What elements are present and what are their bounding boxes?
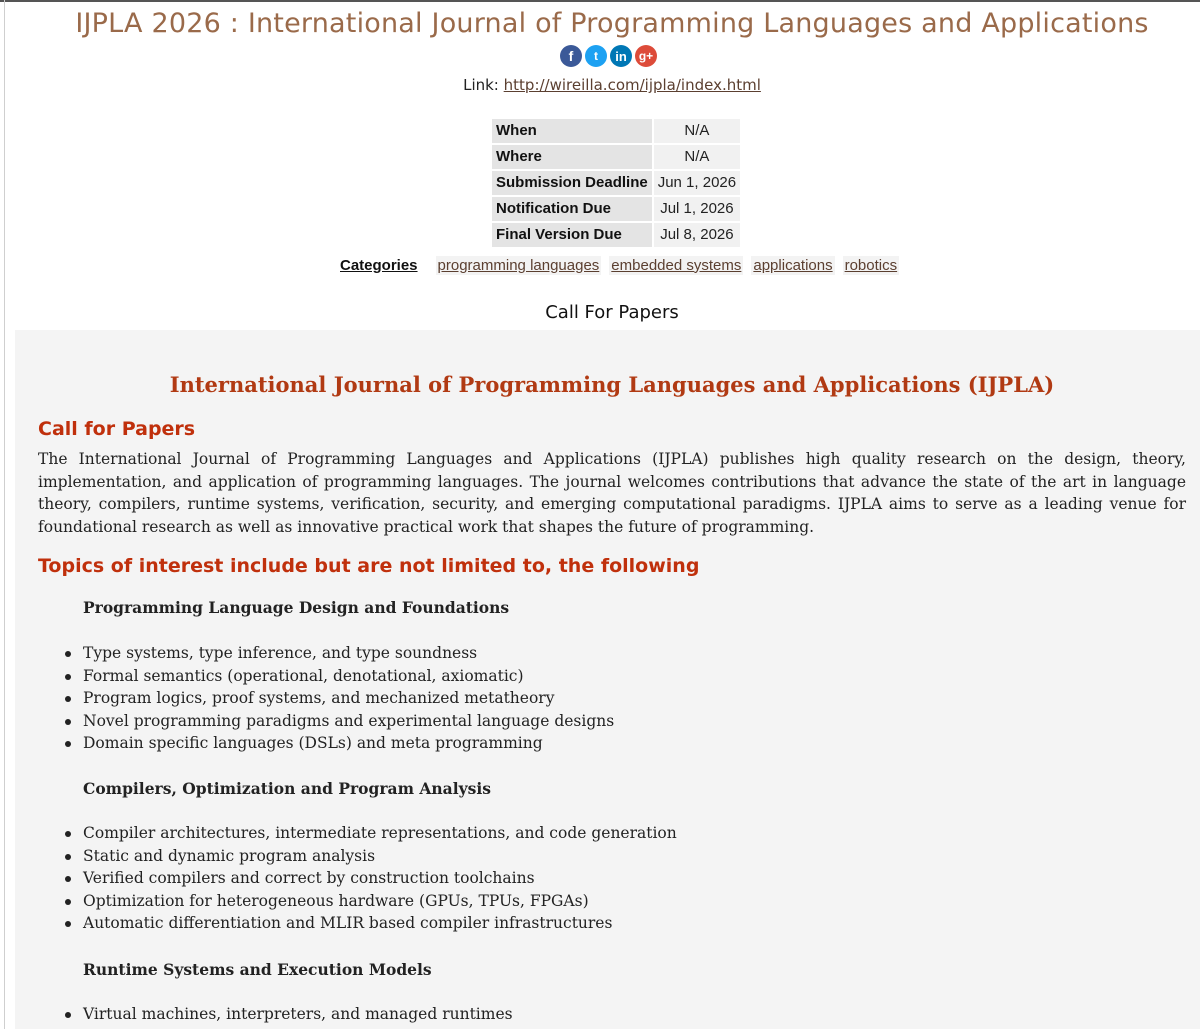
journal-link-line: Link: http://wireilla.com/ijpla/index.ht… <box>0 76 1200 94</box>
list-item: Virtual machines, interpreters, and mana… <box>65 1003 513 1026</box>
list-item: Verified compilers and correct by constr… <box>65 867 677 890</box>
table-row: Final Version Due Jul 8, 2026 <box>492 223 741 247</box>
journal-url-link[interactable]: http://wireilla.com/ijpla/index.html <box>504 76 761 94</box>
info-key: Submission Deadline <box>492 171 652 195</box>
list-item: Formal semantics (operational, denotatio… <box>64 665 614 688</box>
share-buttons: f t in g+ <box>560 45 657 69</box>
intro-paragraph: The International Journal of Programming… <box>38 450 1186 536</box>
list-item: Optimization for heterogeneous hardware … <box>65 890 677 913</box>
googleplus-icon[interactable]: g+ <box>635 45 657 67</box>
topic-group-heading: Runtime Systems and Execution Models <box>83 960 432 979</box>
topic-group-heading: Compilers, Optimization and Program Anal… <box>83 779 491 798</box>
category-link[interactable]: robotics <box>842 255 900 275</box>
info-value: N/A <box>653 145 741 169</box>
categories-bar: Categories programming languages embedde… <box>338 255 907 275</box>
table-row: Where N/A <box>492 145 741 169</box>
twitter-icon[interactable]: t <box>585 45 607 67</box>
list-item: Domain specific languages (DSLs) and met… <box>64 732 614 755</box>
info-value: N/A <box>653 119 741 143</box>
table-row: Submission Deadline Jun 1, 2026 <box>492 171 741 195</box>
info-value: Jul 1, 2026 <box>653 197 741 221</box>
category-link[interactable]: applications <box>751 255 835 275</box>
call-for-papers-heading: Call for Papers <box>38 418 196 440</box>
list-item: Program logics, proof systems, and mecha… <box>64 687 614 710</box>
list-item: Novel programming paradigms and experime… <box>64 710 614 733</box>
cfp-heading: Call For Papers <box>545 302 679 323</box>
topic-list: Compiler architectures, intermediate rep… <box>65 822 677 935</box>
category-link[interactable]: embedded systems <box>609 255 744 275</box>
page-title: IJPLA 2026 : International Journal of Pr… <box>75 8 1149 39</box>
topic-list: Virtual machines, interpreters, and mana… <box>65 1003 513 1026</box>
journal-title: International Journal of Programming Lan… <box>169 372 1055 397</box>
left-border <box>4 0 5 1029</box>
facebook-icon[interactable]: f <box>560 45 582 67</box>
link-label: Link: <box>463 76 499 94</box>
info-key: Where <box>492 145 652 169</box>
topic-group-heading: Programming Language Design and Foundati… <box>83 598 510 617</box>
info-value: Jul 8, 2026 <box>653 223 741 247</box>
top-border <box>0 0 1200 2</box>
info-value: Jun 1, 2026 <box>653 171 741 195</box>
linkedin-icon[interactable]: in <box>610 45 632 67</box>
table-row: When N/A <box>492 119 741 143</box>
topics-heading: Topics of interest include but are not l… <box>38 555 700 577</box>
info-key: When <box>492 119 652 143</box>
list-item: Compiler architectures, intermediate rep… <box>65 822 677 845</box>
category-link[interactable]: programming languages <box>435 255 602 275</box>
list-item: Static and dynamic program analysis <box>65 845 677 868</box>
categories-label[interactable]: Categories <box>338 256 420 275</box>
info-key: Final Version Due <box>492 223 652 247</box>
info-table: When N/A Where N/A Submission Deadline J… <box>490 117 742 249</box>
topic-list: Type systems, type inference, and type s… <box>64 642 614 755</box>
list-item: Type systems, type inference, and type s… <box>64 642 614 665</box>
list-item: Automatic differentiation and MLIR based… <box>65 912 677 935</box>
info-key: Notification Due <box>492 197 652 221</box>
table-row: Notification Due Jul 1, 2026 <box>492 197 741 221</box>
